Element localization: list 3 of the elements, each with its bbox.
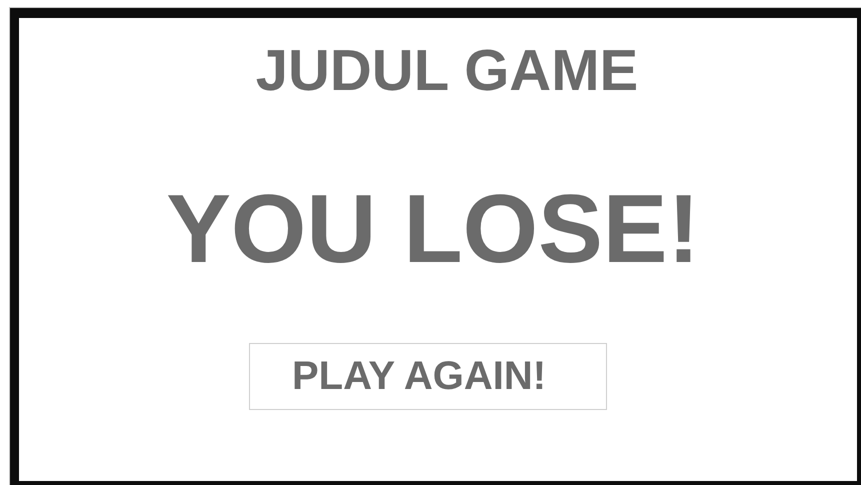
game-title: JUDUL GAME (256, 42, 638, 100)
result-message: YOU LOSE! (166, 180, 700, 277)
play-again-button[interactable]: PLAY AGAIN! (249, 343, 607, 410)
